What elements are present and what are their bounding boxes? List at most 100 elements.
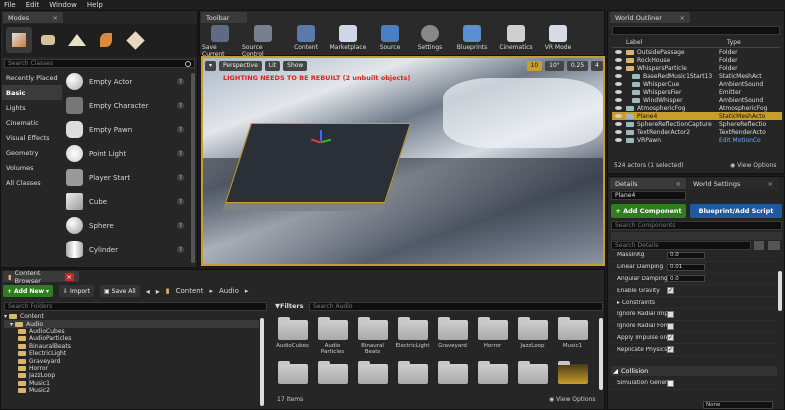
asset-tile[interactable]: Horror: [477, 317, 508, 355]
add-component-button[interactable]: + Add Component: [611, 204, 686, 218]
asset-tile[interactable]: [477, 361, 508, 384]
category-volumes[interactable]: Volumes: [2, 160, 62, 175]
property-value-field[interactable]: 0.01: [667, 263, 705, 271]
category-geometry[interactable]: Geometry: [2, 145, 62, 160]
outliner-row[interactable]: SphereReflectionCapture SphereReflectio: [612, 120, 782, 128]
eye-icon[interactable]: [615, 98, 622, 102]
asset-tile[interactable]: [517, 361, 548, 384]
checkbox[interactable]: ✓: [667, 346, 674, 354]
help-icon[interactable]: ?: [177, 150, 184, 157]
close-icon[interactable]: ×: [53, 14, 58, 22]
help-icon[interactable]: ?: [177, 174, 184, 181]
asset-tile[interactable]: [437, 361, 468, 384]
list-item[interactable]: Empty Pawn?: [64, 118, 189, 142]
save-all-button[interactable]: ▣ Save All: [99, 285, 140, 297]
eye-icon[interactable]: [615, 66, 622, 70]
folder-tree-item[interactable]: ▾ Content: [4, 313, 259, 320]
list-item[interactable]: Player Start?: [64, 166, 189, 190]
outliner-row[interactable]: WhispersFier Emitter: [612, 88, 782, 96]
viewport[interactable]: ▾ Perspective Lit Show 10 10° 0.25 4 LIG…: [201, 56, 605, 266]
list-item[interactable]: Cube?: [64, 190, 189, 214]
expand-arrow-icon[interactable]: ▾: [4, 313, 7, 320]
eye-icon[interactable]: [615, 90, 622, 94]
cinematics-button[interactable]: Cinematics: [496, 25, 536, 58]
checkbox[interactable]: [667, 310, 674, 318]
vr-mode-button[interactable]: VR Mode: [540, 25, 576, 58]
expand-arrow-icon[interactable]: ▾: [10, 321, 13, 328]
transform-gizmo-icon[interactable]: [310, 130, 332, 150]
property-value-field[interactable]: 0.0: [667, 275, 705, 283]
asset-tile[interactable]: JazzLoop: [517, 317, 548, 355]
category-visual-effects[interactable]: Visual Effects: [2, 130, 62, 145]
folder-tree-item[interactable]: JazzLoop: [4, 372, 259, 379]
eye-icon[interactable]: [615, 122, 622, 126]
menu-file[interactable]: File: [4, 1, 16, 9]
search-folders-input[interactable]: Search Folders: [4, 302, 267, 311]
list-item[interactable]: Empty Character?: [64, 94, 189, 118]
scale-snap-button[interactable]: 0.25: [566, 60, 589, 71]
asset-tile[interactable]: Music1: [557, 317, 588, 355]
folder-tree-item[interactable]: Horror: [4, 365, 259, 372]
tab-content-browser[interactable]: ▮ Content Browser ×: [3, 269, 79, 285]
search-details-input[interactable]: Search Details: [611, 241, 751, 250]
menu-edit[interactable]: Edit: [26, 1, 40, 9]
list-item[interactable]: Point Light?: [64, 142, 189, 166]
eye-icon[interactable]: [615, 50, 622, 54]
category-recently-placed[interactable]: Recently Placed: [2, 70, 62, 85]
folder-tree-item[interactable]: ElectricLight: [4, 350, 259, 357]
tab-modes[interactable]: Modes ×: [3, 12, 63, 23]
content-button[interactable]: Content: [288, 25, 324, 58]
tab-toolbar[interactable]: Toolbar: [201, 12, 247, 23]
breadcrumb-audio[interactable]: Audio: [219, 287, 239, 295]
blueprints-button[interactable]: Blueprints: [452, 25, 492, 58]
list-item[interactable]: Sphere?: [64, 214, 189, 238]
close-icon[interactable]: ×: [768, 180, 773, 188]
checkbox[interactable]: ✓: [667, 287, 674, 295]
eye-icon[interactable]: [615, 82, 622, 86]
blueprint-add-script-button[interactable]: Blueprint/Add Script: [690, 204, 782, 218]
checkbox[interactable]: [667, 379, 674, 387]
geometry-mode-icon[interactable]: [122, 27, 148, 53]
marketplace-button[interactable]: Marketplace: [328, 25, 368, 58]
category-cinematic[interactable]: Cinematic: [2, 115, 62, 130]
perspective-button[interactable]: Perspective: [219, 60, 262, 71]
close-icon[interactable]: ×: [676, 180, 681, 188]
outliner-row[interactable]: WhispersParticle Folder: [612, 64, 782, 72]
view-options-button[interactable]: ◉ View Options: [730, 162, 776, 169]
eye-icon[interactable]: [615, 58, 622, 62]
import-button[interactable]: ⇩ Import: [59, 285, 94, 297]
menu-window[interactable]: Window: [49, 1, 77, 9]
property-value-field[interactable]: 0.0: [667, 251, 705, 259]
outliner-row[interactable]: RockHouse Folder: [612, 56, 782, 64]
outliner-row[interactable]: AtmosphericFog AtmosphericFog: [612, 104, 782, 112]
place-mode-icon[interactable]: [6, 27, 32, 53]
lit-button[interactable]: Lit: [264, 60, 281, 71]
outliner-row[interactable]: BaseRedMusic1Start13 StaticMeshAct: [612, 72, 782, 80]
expand-arrow-icon[interactable]: ▸: [617, 300, 620, 306]
viewport-options-button[interactable]: ▾: [205, 60, 217, 71]
column-label[interactable]: Label: [612, 39, 727, 46]
save-current-button[interactable]: Save Current: [202, 25, 238, 58]
close-icon[interactable]: ×: [64, 272, 74, 281]
asset-tile[interactable]: [277, 361, 308, 384]
search-classes-input[interactable]: Search Classes: [4, 59, 195, 68]
asset-tile[interactable]: Graveyard: [437, 317, 468, 355]
list-item[interactable]: Cylinder?: [64, 238, 189, 262]
search-audio-input[interactable]: Search Audio: [309, 302, 603, 311]
foliage-mode-icon[interactable]: [93, 27, 119, 53]
landscape-mode-icon[interactable]: [64, 27, 90, 53]
details-scrollbar[interactable]: [778, 271, 782, 311]
eye-icon[interactable]: [615, 130, 622, 134]
asset-tile[interactable]: ElectricLight: [395, 317, 430, 355]
outliner-row[interactable]: OutsidePassage Folder: [612, 48, 782, 56]
folder-tree-item[interactable]: AudioParticles: [4, 335, 259, 342]
eye-icon[interactable]: [615, 106, 622, 110]
asset-tile[interactable]: Audio Particles: [317, 317, 348, 355]
tree-scrollbar[interactable]: [260, 318, 264, 406]
checkbox[interactable]: ✓: [667, 334, 674, 342]
source-button[interactable]: Source: [372, 25, 408, 58]
search-components-input[interactable]: Search Components: [611, 221, 782, 230]
list-item[interactable]: Empty Actor?: [64, 70, 189, 94]
menu-help[interactable]: Help: [87, 1, 103, 9]
asset-tile[interactable]: [357, 361, 388, 384]
